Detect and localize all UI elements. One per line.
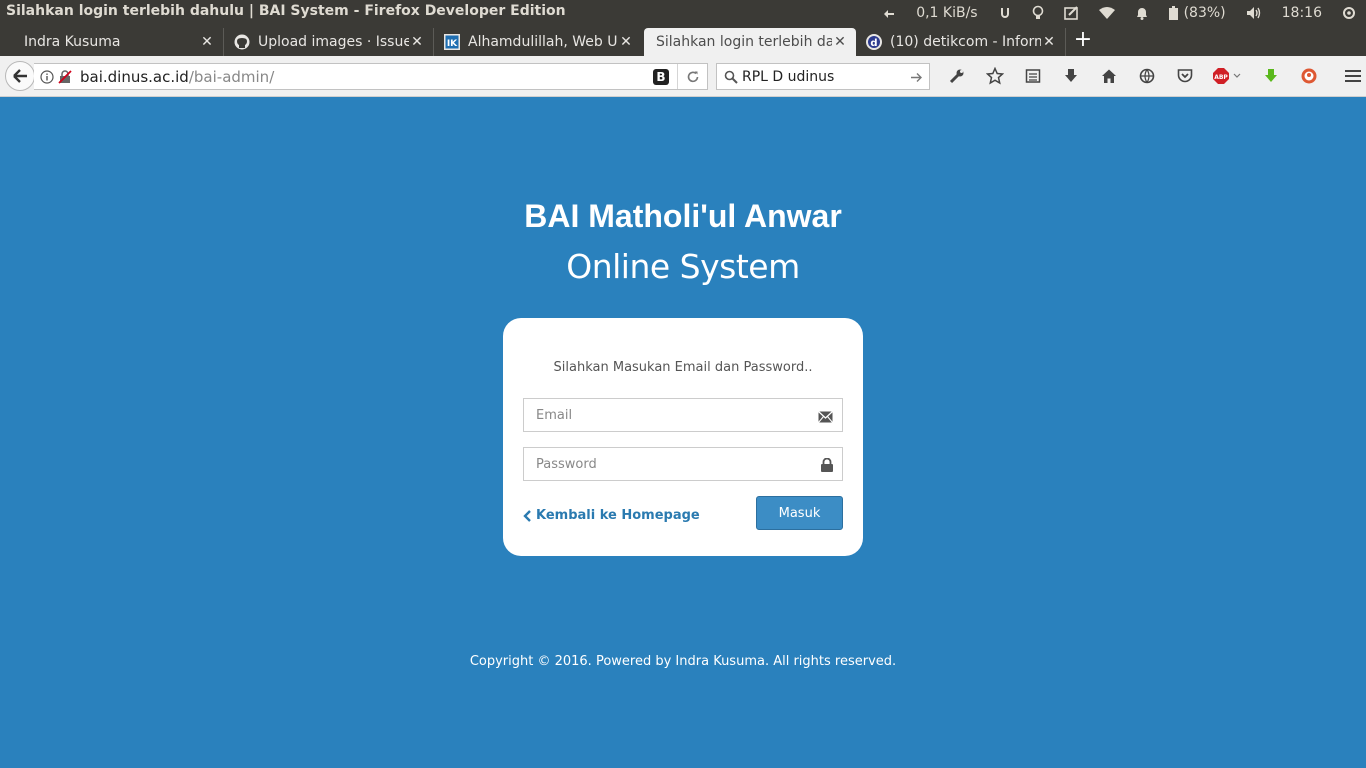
close-icon[interactable]: ✕ bbox=[618, 34, 634, 50]
tab-strip: Indra Kusuma ✕ Upload images · Issue # ✕… bbox=[0, 25, 1366, 56]
back-arrow-icon bbox=[13, 69, 27, 83]
u-app-icon[interactable] bbox=[998, 6, 1012, 20]
tab-title: Silahkan login terlebih dahulu bbox=[656, 34, 832, 50]
tab-login-active[interactable]: Silahkan login terlebih dahulu ✕ bbox=[644, 28, 856, 56]
nav-toolbar: bai.dinus.ac.id/bai-admin/ B RPL D udinu… bbox=[0, 56, 1366, 97]
menu-hamburger-icon[interactable] bbox=[1334, 56, 1366, 96]
url-host: bai.dinus.ac.id bbox=[80, 67, 189, 86]
login-page: BAI Matholi'ul Anwar Online System Silah… bbox=[0, 97, 1366, 768]
svg-text:d: d bbox=[870, 38, 877, 49]
battery-percent: (83%) bbox=[1183, 4, 1226, 21]
svg-text:ABP: ABP bbox=[1214, 74, 1228, 81]
power-gear-icon[interactable] bbox=[1342, 6, 1356, 20]
tab-title: (10) detikcom - Informasi bbox=[890, 34, 1041, 50]
login-instructions: Silahkan Masukan Email dan Password.. bbox=[553, 360, 813, 375]
login-submit-button[interactable]: Masuk bbox=[756, 496, 843, 530]
bootstrap-b-icon[interactable]: B bbox=[653, 68, 669, 85]
search-bar[interactable] bbox=[716, 63, 930, 90]
tab-alhamdulillah[interactable]: IK Alhamdulillah, Web UKM ✕ bbox=[434, 28, 642, 56]
bulb-icon[interactable] bbox=[1032, 5, 1044, 21]
lock-icon bbox=[821, 457, 833, 476]
downloads-icon[interactable] bbox=[1052, 56, 1090, 96]
close-icon[interactable]: ✕ bbox=[409, 34, 425, 50]
developer-tools-wrench-icon[interactable] bbox=[938, 56, 976, 96]
new-tab-button[interactable]: + bbox=[1072, 29, 1094, 51]
system-tray: 0,1 KiB/s (83%) 18:16 bbox=[872, 0, 1366, 25]
password-field[interactable] bbox=[523, 447, 843, 481]
ik-icon: IK bbox=[444, 34, 460, 50]
volume-icon[interactable] bbox=[1246, 6, 1262, 20]
chevron-left-icon bbox=[523, 509, 531, 522]
net-speed: 0,1 KiB/s bbox=[916, 4, 978, 21]
password-input[interactable] bbox=[524, 448, 794, 480]
battery-icon[interactable]: (83%) bbox=[1168, 4, 1226, 21]
svg-text:IK: IK bbox=[447, 39, 458, 49]
tab-detikcom[interactable]: d (10) detikcom - Informasi ✕ bbox=[856, 28, 1066, 56]
close-icon[interactable]: ✕ bbox=[832, 34, 848, 50]
email-input[interactable] bbox=[524, 399, 794, 431]
envelope-icon bbox=[818, 408, 833, 427]
search-icon bbox=[724, 70, 738, 84]
notes-icon[interactable] bbox=[1063, 5, 1079, 20]
info-icon[interactable] bbox=[40, 69, 54, 84]
os-top-bar: Silahkan login terlebih dahulu | BAI Sys… bbox=[0, 0, 1366, 25]
tab-upload-images[interactable]: Upload images · Issue # ✕ bbox=[224, 28, 434, 56]
detik-icon: d bbox=[866, 34, 882, 50]
back-link-label: Kembali ke Homepage bbox=[536, 508, 700, 523]
extension-web-icon[interactable] bbox=[1128, 56, 1166, 96]
reading-list-icon[interactable] bbox=[1014, 56, 1052, 96]
close-icon[interactable]: ✕ bbox=[199, 34, 215, 50]
url-actions: B bbox=[653, 64, 707, 89]
url-path: /bai-admin/ bbox=[188, 67, 275, 86]
page-subtitle: Online System bbox=[566, 247, 800, 286]
pocket-icon[interactable] bbox=[1166, 56, 1204, 96]
adblock-plus-icon[interactable]: ABP bbox=[1204, 56, 1252, 96]
url-bar[interactable]: bai.dinus.ac.id/bai-admin/ B bbox=[34, 63, 708, 90]
network-transfer-icon[interactable] bbox=[882, 6, 896, 20]
window-title: Silahkan login terlebih dahulu | BAI Sys… bbox=[6, 3, 566, 19]
reload-icon bbox=[687, 71, 698, 82]
login-card: Silahkan Masukan Email dan Password.. Ke… bbox=[503, 318, 863, 556]
reload-button[interactable] bbox=[677, 64, 707, 89]
clock[interactable]: 18:16 bbox=[1282, 5, 1322, 21]
page-title: BAI Matholi'ul Anwar bbox=[524, 198, 842, 234]
search-go-icon[interactable] bbox=[910, 69, 923, 88]
search-input[interactable] bbox=[742, 68, 912, 85]
bell-icon[interactable] bbox=[1135, 6, 1149, 20]
close-icon[interactable]: ✕ bbox=[1041, 34, 1057, 50]
download-helper-icon[interactable] bbox=[1252, 56, 1290, 96]
email-field[interactable] bbox=[523, 398, 843, 432]
tab-title: Indra Kusuma bbox=[24, 34, 121, 50]
tab-title: Upload images · Issue # bbox=[258, 34, 409, 50]
toolbar-buttons: ABP bbox=[938, 56, 1366, 96]
footer-copyright: Copyright © 2016. Powered by Indra Kusum… bbox=[469, 654, 897, 669]
wifi-icon[interactable] bbox=[1098, 6, 1115, 19]
tab-indra-kusuma[interactable]: Indra Kusuma ✕ bbox=[0, 28, 224, 56]
back-button[interactable] bbox=[5, 61, 35, 91]
url-text: bai.dinus.ac.id/bai-admin/ bbox=[80, 68, 274, 86]
duckduckgo-icon[interactable] bbox=[1290, 56, 1328, 96]
back-to-homepage-link[interactable]: Kembali ke Homepage bbox=[523, 508, 700, 523]
home-icon[interactable] bbox=[1090, 56, 1128, 96]
github-icon bbox=[234, 34, 250, 50]
bookmark-star-icon[interactable] bbox=[976, 56, 1014, 96]
tab-title: Alhamdulillah, Web UKM bbox=[468, 34, 618, 50]
insecure-lock-icon[interactable] bbox=[58, 69, 72, 84]
